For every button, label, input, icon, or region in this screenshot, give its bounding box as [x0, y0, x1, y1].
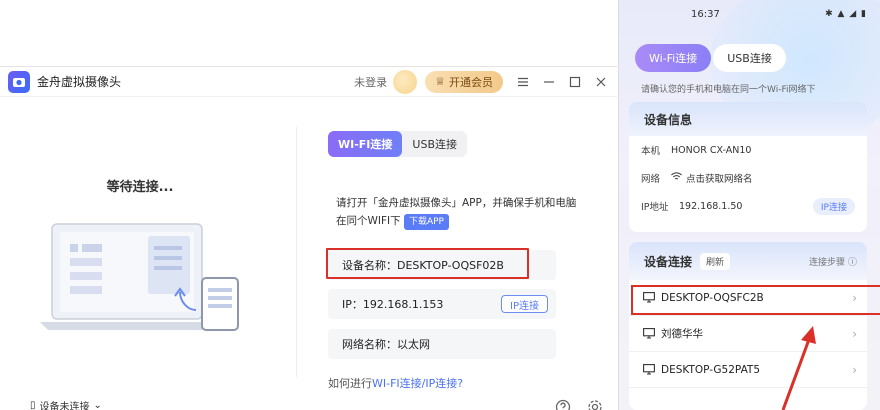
- instruction-block: 请打开「金舟虚拟摄像头」APP，并确保手机和电脑在同个WIFI下 下载APP: [336, 194, 586, 230]
- help-icon[interactable]: [555, 399, 571, 410]
- info-key: 本机: [641, 146, 661, 157]
- download-app-button[interactable]: 下载APP: [403, 214, 449, 230]
- status-time: 16:37: [691, 9, 720, 20]
- vip-crown-icon: ♕: [435, 75, 445, 88]
- device-list-item[interactable]: 刘德华华 ›: [629, 316, 867, 352]
- network-value: 以太网: [397, 338, 430, 351]
- minimize-icon[interactable]: [543, 76, 555, 88]
- device-name-label: 设备名称：: [342, 259, 397, 272]
- right-pane: WI-FI连接 USB连接 请打开「金舟虚拟摄像头」APP，并确保手机和电脑在同…: [326, 98, 613, 410]
- status-icons: ✱ ▲ ◢ ▮: [825, 9, 867, 19]
- pane-divider: [296, 127, 297, 377]
- info-row-network[interactable]: 网络 点击获取网络名: [629, 164, 867, 192]
- monitor-icon: [643, 292, 655, 303]
- instruction-text: 请打开「金舟虚拟摄像头」APP，并确保手机和电脑在同个WIFI下: [336, 197, 577, 227]
- ip-row: IP： 192.168.1.153 IP连接: [328, 289, 556, 319]
- ip-value: 192.168.1.153: [362, 297, 444, 311]
- device-label: DESKTOP-G52PAT5: [661, 363, 761, 376]
- red-arrow-annotation: [781, 326, 816, 410]
- avatar[interactable]: [393, 69, 418, 94]
- device-status-text: 设备未连接: [39, 402, 90, 410]
- info-row-ip: IP地址 192.168.1.50 IP连接: [629, 192, 867, 220]
- device-label: DESKTOP-OQSFC2B: [661, 291, 764, 304]
- device-name-value: DESKTOP-OQSF02B: [397, 258, 504, 272]
- chevron-right-icon: ›: [852, 290, 857, 305]
- network-row: 网络名称： 以太网: [328, 329, 556, 359]
- vip-button[interactable]: ♕ 开通会员: [425, 70, 503, 93]
- info-key: 网络: [641, 174, 661, 185]
- camera-logo-icon: [8, 70, 30, 93]
- monitor-icon: [643, 364, 655, 375]
- status-bar: 16:37 ✱ ▲ ◢ ▮: [619, 8, 880, 24]
- device-info-card: 设备信息 本机 HONOR CX-AN10 网络 点击获取网络名 IP地址 19…: [629, 102, 867, 232]
- device-status-footer[interactable]: ▯ 设备未连接 ⌄: [30, 398, 102, 410]
- chevron-right-icon: ›: [852, 362, 857, 377]
- info-key: IP地址: [641, 202, 669, 213]
- info-row-device: 本机 HONOR CX-AN10: [629, 136, 867, 164]
- device-name-row: 设备名称： DESKTOP-OQSF02B: [328, 250, 556, 280]
- laptop-phone-illustration: [40, 223, 239, 331]
- gear-icon[interactable]: [587, 399, 603, 410]
- tab-wifi[interactable]: WI-FI连接: [328, 131, 403, 157]
- vip-label: 开通会员: [449, 75, 493, 89]
- waiting-text: 等待连接...: [106, 180, 174, 195]
- phone-tabs: Wi-Fi连接 USB连接: [635, 44, 786, 72]
- device-info-title: 设备信息: [629, 102, 867, 136]
- maximize-icon[interactable]: [569, 76, 581, 88]
- screen: 金舟虚拟摄像头 未登录 ♕ 开通会员 等待连接... ▯ 设备未连接 ⌄ WI-…: [0, 0, 880, 410]
- help-prefix: 如何进行: [328, 377, 372, 390]
- wifi-icon: [671, 172, 682, 184]
- help-link[interactable]: WI-FI连接/IP连接?: [372, 377, 463, 390]
- device-connect-title: 设备连接: [644, 254, 693, 269]
- left-pane: 等待连接... ▯ 设备未连接 ⌄: [0, 98, 296, 410]
- phone-tab-usb[interactable]: USB连接: [713, 44, 786, 72]
- phone-small-icon: ▯: [30, 400, 36, 410]
- app-title: 金舟虚拟摄像头: [37, 75, 122, 89]
- device-list-item[interactable]: DESKTOP-G52PAT5 ›: [629, 352, 867, 388]
- chevron-right-icon: ›: [852, 326, 857, 341]
- tab-usb[interactable]: USB连接: [402, 131, 467, 157]
- question-icon: ⓘ: [847, 257, 857, 268]
- network-label: 网络名称：: [342, 338, 397, 351]
- phone-ip-connect-button[interactable]: IP连接: [812, 197, 855, 215]
- device-connect-card: 设备连接 刷新 连接步骤 ⓘ DESKTOP-OQSFC2B › 刘德华华 › …: [629, 242, 867, 410]
- phone-tab-wifi[interactable]: Wi-Fi连接: [635, 44, 712, 72]
- close-icon[interactable]: [595, 76, 607, 88]
- help-line: 如何进行WI-FI连接/IP连接?: [328, 375, 463, 391]
- monitor-icon: [643, 328, 655, 339]
- phone-tip: 请确认您的手机和电脑在同一个Wi-Fi网络下: [641, 85, 816, 95]
- bottom-icons: [555, 399, 603, 410]
- ip-label: IP：: [342, 298, 363, 311]
- connection-tabs: WI-FI连接 USB连接: [328, 131, 467, 157]
- info-value: 192.168.1.50: [679, 200, 743, 212]
- chevron-down-icon: ⌄: [93, 400, 102, 410]
- device-label: 刘德华华: [661, 328, 703, 340]
- menu-icon[interactable]: [517, 76, 529, 88]
- phone-screen: 16:37 ✱ ▲ ◢ ▮ Wi-Fi连接 USB连接 请确认您的手机和电脑在同…: [618, 0, 880, 410]
- login-status[interactable]: 未登录: [354, 74, 387, 90]
- title-bar: 金舟虚拟摄像头 未登录 ♕ 开通会员: [0, 67, 617, 97]
- ip-connect-button[interactable]: IP连接: [501, 295, 548, 313]
- info-value: HONOR CX-AN10: [671, 144, 752, 156]
- connect-steps-link[interactable]: 连接步骤 ⓘ: [809, 255, 857, 268]
- refresh-button[interactable]: 刷新: [700, 252, 731, 270]
- info-value: 点击获取网络名: [686, 174, 753, 185]
- desktop-app-window: 金舟虚拟摄像头 未登录 ♕ 开通会员 等待连接... ▯ 设备未连接 ⌄ WI-…: [0, 66, 617, 410]
- connect-steps-label: 连接步骤: [808, 257, 845, 268]
- device-list-item[interactable]: DESKTOP-OQSFC2B ›: [629, 280, 867, 316]
- device-connect-header: 设备连接 刷新 连接步骤 ⓘ: [629, 242, 867, 280]
